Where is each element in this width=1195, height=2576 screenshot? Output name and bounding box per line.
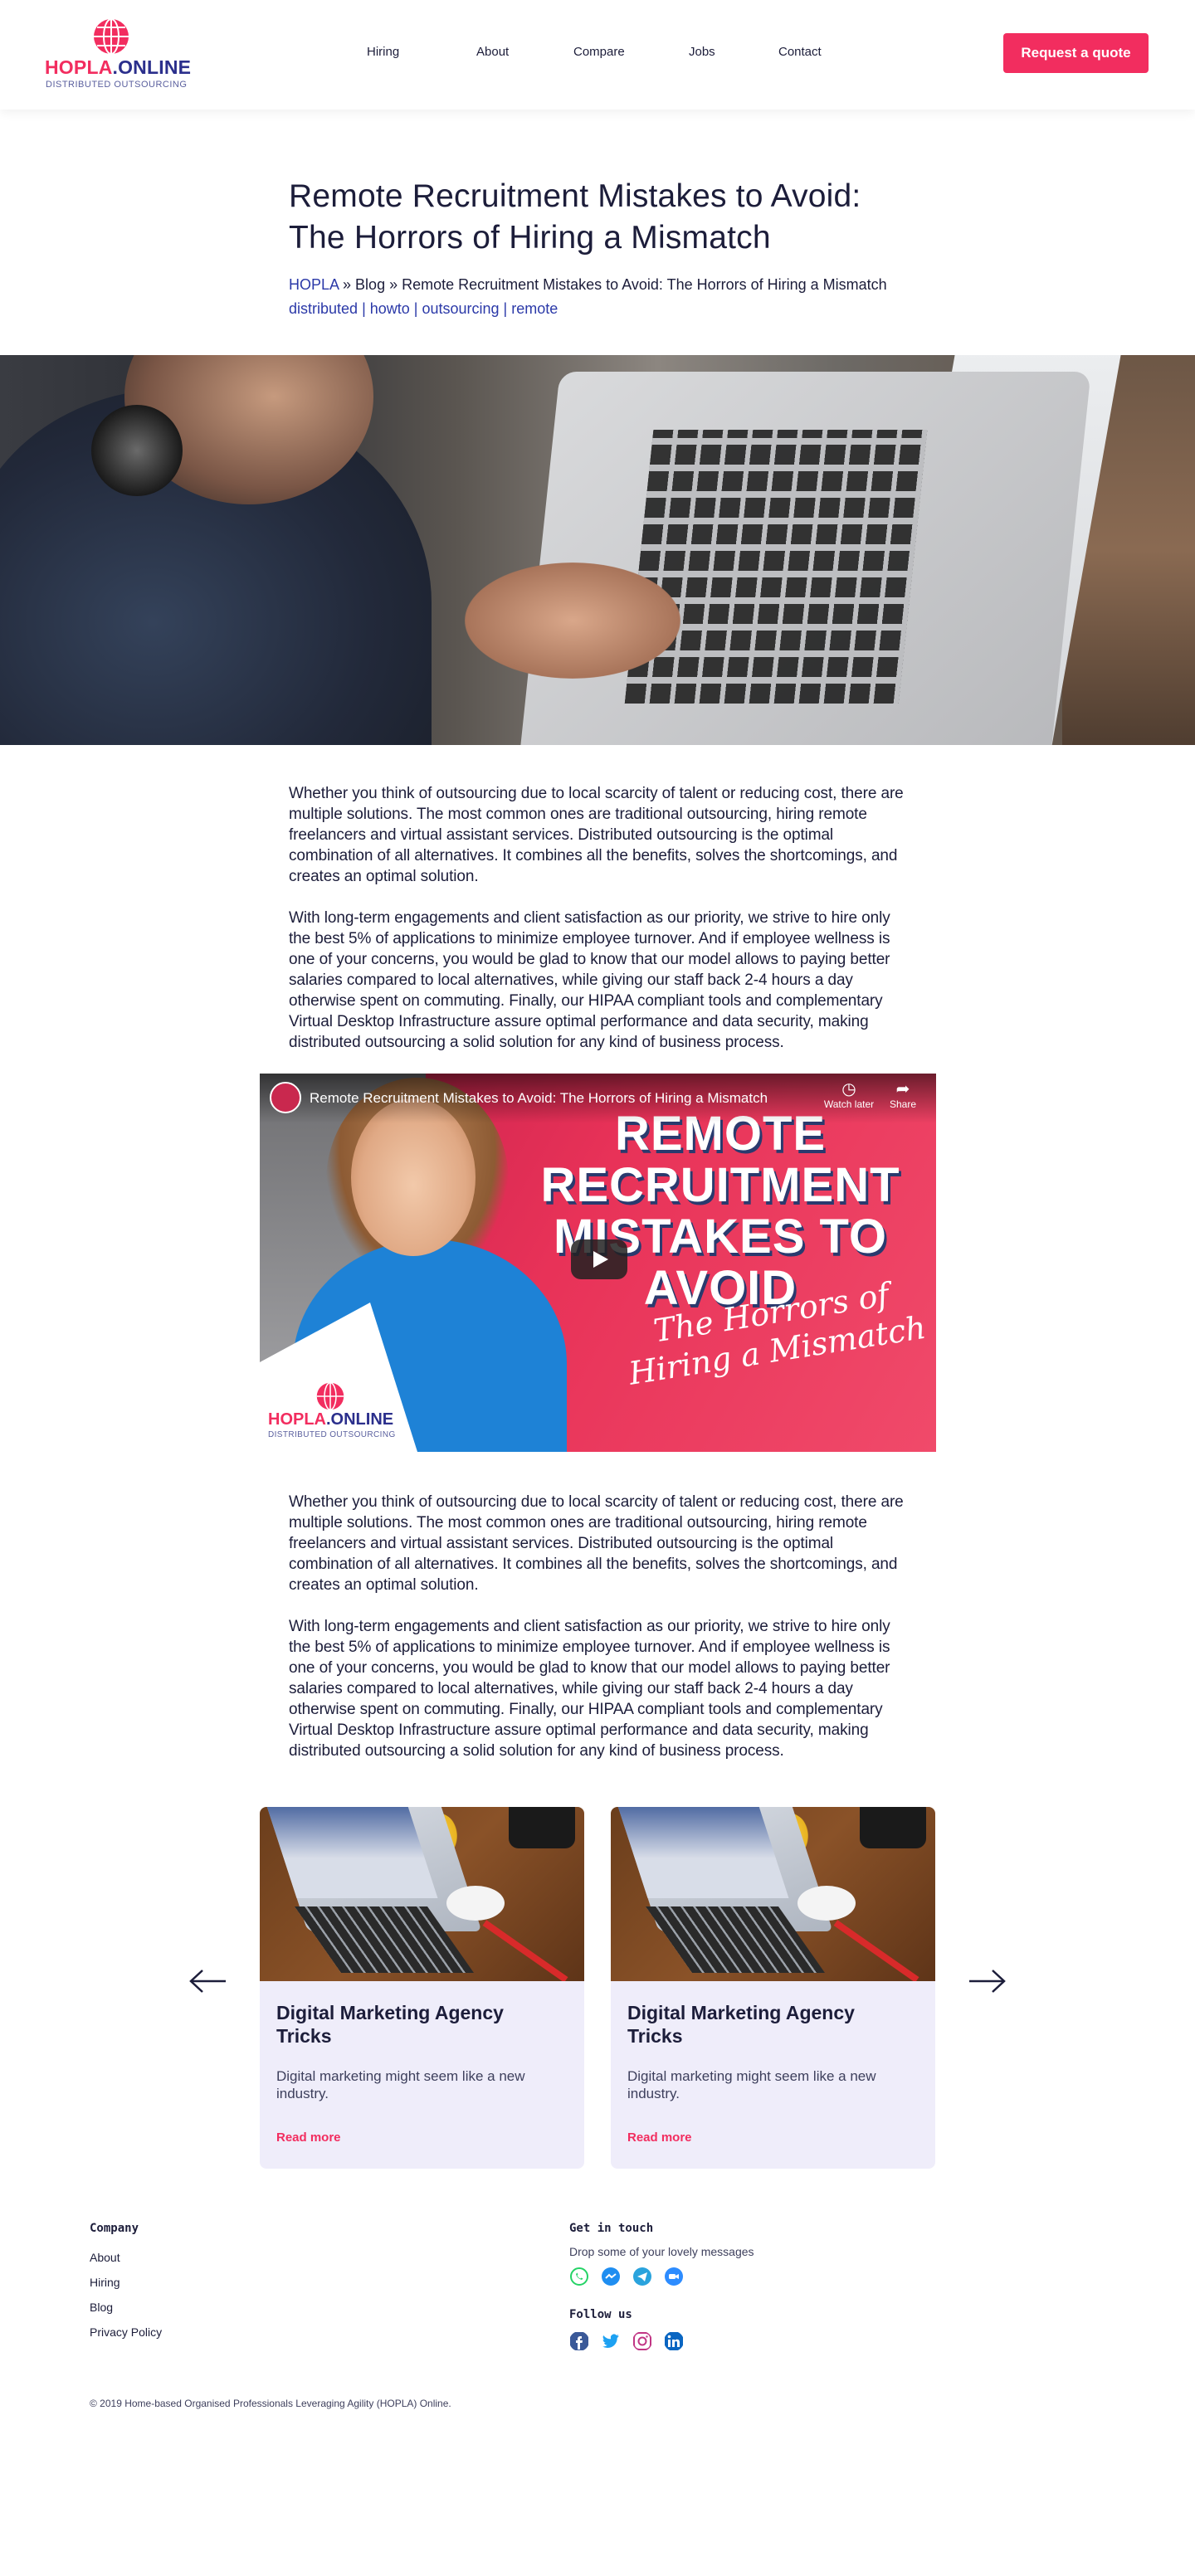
footer-heading: Get in touch: [569, 2222, 654, 2235]
breadcrumb-sep: »: [385, 276, 402, 293]
social-icons: [569, 2331, 754, 2351]
share-label: Share: [889, 1098, 917, 1110]
logo-text-online: .ONLINE: [326, 1410, 394, 1429]
main-nav: Hiring About Compare Jobs Contact: [367, 45, 845, 59]
footer-link-about[interactable]: About: [90, 2245, 162, 2270]
tag-sep: |: [409, 300, 422, 317]
share-button[interactable]: ➦ Share: [878, 1080, 928, 1110]
whatsapp-icon[interactable]: [569, 2267, 589, 2286]
video-title[interactable]: Remote Recruitment Mistakes to Avoid: Th…: [310, 1090, 768, 1107]
logo-text-hopla: HOPLA: [45, 56, 113, 78]
tag-sep: |: [358, 300, 370, 317]
hero-keyboard: [624, 430, 928, 704]
breadcrumb-home[interactable]: HOPLA: [289, 276, 339, 293]
logo-text-online: .ONLINE: [112, 56, 192, 78]
nav-hiring[interactable]: Hiring: [367, 45, 476, 59]
arrow-left-icon[interactable]: [189, 1969, 227, 1994]
clock-icon: ◷: [841, 1080, 856, 1098]
footer-heading: Follow us: [569, 2308, 632, 2321]
card-image-camera: [860, 1807, 926, 1848]
nav-contact[interactable]: Contact: [778, 45, 845, 59]
arrow-right-icon[interactable]: [968, 1969, 1006, 1994]
article-header: Remote Recruitment Mistakes to Avoid: Th…: [0, 110, 1195, 355]
instagram-icon[interactable]: [632, 2331, 652, 2351]
tag-list: distributed | howto | outsourcing | remo…: [289, 300, 1195, 318]
tag-sep: |: [499, 300, 512, 317]
site-header: HOPLA.ONLINE DISTRIBUTED OUTSOURCING Hir…: [0, 0, 1195, 110]
footer-contact-note: Drop some of your lovely messages: [569, 2245, 754, 2258]
twitter-icon[interactable]: [601, 2331, 621, 2351]
globe-icon: [316, 1382, 344, 1410]
video-player[interactable]: REMOTE RECRUITMENT MISTAKES TO AVOID The…: [260, 1074, 936, 1452]
breadcrumb-sep: »: [339, 276, 356, 293]
related-posts-carousel: Digital Marketing Agency Tricks Digital …: [0, 1790, 1195, 2180]
card-image-pen: [482, 1920, 568, 1981]
hero-hand: [465, 562, 680, 679]
breadcrumb-current: Remote Recruitment Mistakes to Avoid: Th…: [402, 276, 887, 293]
post-card-image: [611, 1807, 935, 1981]
read-more-link[interactable]: Read more: [276, 2130, 341, 2145]
footer-link-hiring[interactable]: Hiring: [90, 2270, 162, 2295]
watch-later-button[interactable]: ◷ Watch later: [816, 1080, 882, 1110]
post-card-title[interactable]: Digital Marketing Agency Tricks: [627, 2001, 876, 2048]
logo-tagline: DISTRIBUTED OUTSOURCING: [46, 80, 188, 90]
copyright: © 2019 Home-based Organised Professional…: [90, 2398, 451, 2409]
post-card-title[interactable]: Digital Marketing Agency Tricks: [276, 2001, 525, 2048]
footer-heading: Company: [90, 2222, 139, 2235]
messenger-icon[interactable]: [601, 2267, 621, 2286]
zoom-icon[interactable]: [664, 2267, 684, 2286]
article-paragraph: Whether you think of outsourcing due to …: [289, 1493, 904, 1594]
channel-avatar[interactable]: [270, 1082, 301, 1113]
play-button[interactable]: [571, 1239, 627, 1279]
breadcrumb-blog[interactable]: Blog: [355, 276, 385, 293]
article-paragraph: With long-term engagements and client sa…: [289, 1618, 890, 1760]
video-thumb-tagline: DISTRIBUTED OUTSOURCING: [268, 1430, 396, 1439]
article-paragraph: With long-term engagements and client sa…: [289, 909, 890, 1051]
post-card-excerpt: Digital marketing might seem like a new …: [276, 2068, 525, 2101]
logo-wordmark: HOPLA.ONLINE: [45, 56, 191, 79]
post-card[interactable]: Digital Marketing Agency Tricks Digital …: [611, 1807, 935, 2169]
nav-compare[interactable]: Compare: [573, 45, 689, 59]
card-image-screen: [264, 1807, 438, 1898]
contact-icons: [569, 2267, 754, 2286]
read-more-link[interactable]: Read more: [627, 2130, 692, 2145]
request-quote-button[interactable]: Request a quote: [1003, 33, 1149, 73]
article-body-bottom: Whether you think of outsourcing due to …: [0, 1452, 913, 1761]
share-icon: ➦: [895, 1080, 910, 1098]
card-image-mouse: [446, 1886, 505, 1921]
card-image-pen: [833, 1920, 919, 1981]
tag-remote[interactable]: remote: [511, 300, 558, 317]
article-body-top: Whether you think of outsourcing due to …: [0, 745, 913, 1053]
footer-link-privacy[interactable]: Privacy Policy: [90, 2320, 162, 2345]
footer-company: Company About Hiring Blog Privacy Policy: [90, 2222, 162, 2345]
post-card-image: [260, 1807, 584, 1981]
globe-icon: [94, 18, 129, 55]
card-image-screen: [615, 1807, 789, 1898]
video-thumb-line: RECRUITMENT: [540, 1158, 900, 1212]
footer-contact: Get in touch Drop some of your lovely me…: [569, 2222, 754, 2373]
site-logo[interactable]: HOPLA.ONLINE DISTRIBUTED OUTSOURCING: [45, 18, 191, 90]
footer-link-blog[interactable]: Blog: [90, 2295, 162, 2320]
card-image-mouse: [797, 1886, 856, 1921]
post-card[interactable]: Digital Marketing Agency Tricks Digital …: [260, 1807, 584, 2169]
watch-later-label: Watch later: [823, 1098, 875, 1110]
breadcrumb: HOPLA » Blog » Remote Recruitment Mistak…: [289, 274, 1195, 295]
logo-text-hopla: HOPLA: [268, 1410, 326, 1429]
telegram-icon[interactable]: [632, 2267, 652, 2286]
headset-icon: [91, 405, 183, 496]
card-image-camera: [509, 1807, 575, 1848]
linkedin-icon[interactable]: [664, 2331, 684, 2351]
tag-howto[interactable]: howto: [370, 300, 410, 317]
hero-image: [0, 355, 1195, 745]
site-footer: Company About Hiring Blog Privacy Policy…: [0, 2222, 1195, 2504]
nav-about[interactable]: About: [476, 45, 573, 59]
nav-jobs[interactable]: Jobs: [689, 45, 778, 59]
video-thumb-wordmark: HOPLA.ONLINE: [268, 1410, 393, 1429]
facebook-icon[interactable]: [569, 2331, 589, 2351]
article-paragraph: Whether you think of outsourcing due to …: [289, 785, 904, 885]
tag-distributed[interactable]: distributed: [289, 300, 358, 317]
page-title: Remote Recruitment Mistakes to Avoid: Th…: [289, 178, 861, 256]
post-card-excerpt: Digital marketing might seem like a new …: [627, 2068, 876, 2101]
tag-outsourcing[interactable]: outsourcing: [422, 300, 499, 317]
